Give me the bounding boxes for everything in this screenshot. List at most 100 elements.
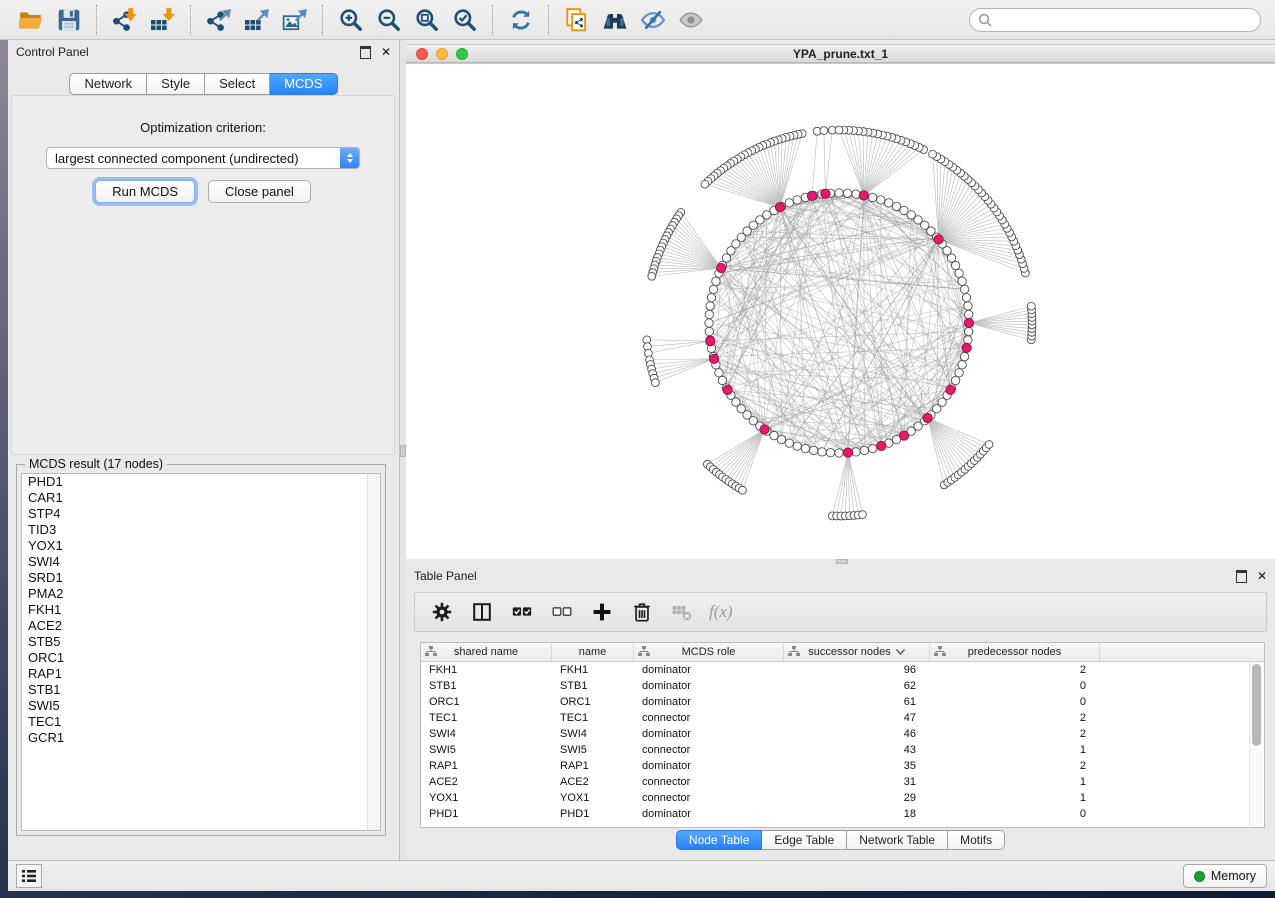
tab-mcds[interactable]: MCDS — [270, 73, 337, 95]
column-header-shared-name[interactable]: shared name — [421, 643, 552, 661]
import-table-button[interactable] — [146, 4, 180, 36]
sort-desc-icon — [896, 649, 905, 655]
tab-edge-table[interactable]: Edge Table — [762, 830, 847, 850]
mcds-result-item[interactable]: SWI5 — [22, 698, 380, 714]
settings-button[interactable] — [429, 599, 455, 625]
table-row[interactable]: SWI5SWI5connector431 — [421, 742, 1264, 758]
table-row[interactable]: STB1STB1dominator620 — [421, 678, 1264, 694]
column-header-MCDS-role[interactable]: MCDS role — [634, 643, 784, 661]
mcds-result-item[interactable]: SWI4 — [22, 554, 380, 570]
cell-mcds_role: dominator — [634, 726, 784, 742]
table-row[interactable]: SWI4SWI4dominator462 — [421, 726, 1264, 742]
zoom-selected-button[interactable] — [448, 4, 482, 36]
table-row[interactable]: FKH1FKH1dominator962 — [421, 662, 1264, 678]
close-table-panel-icon[interactable]: ✕ — [1257, 570, 1267, 582]
tab-network[interactable]: Network — [69, 73, 147, 95]
cell-name: FKH1 — [552, 662, 634, 678]
mcds-result-item[interactable]: TEC1 — [22, 714, 380, 730]
mcds-result-item[interactable]: TID3 — [22, 522, 380, 538]
task-history-button[interactable] — [16, 864, 42, 888]
refresh-button[interactable] — [504, 4, 538, 36]
control-panel-title: Control Panel — [16, 45, 360, 59]
columns-button[interactable] — [469, 599, 495, 625]
mcds-result-item[interactable]: CAR1 — [22, 490, 380, 506]
column-header-name[interactable]: name — [552, 643, 634, 661]
mcds-result-item[interactable]: STB5 — [22, 634, 380, 650]
clone-network-button[interactable] — [560, 4, 594, 36]
select-stepper-icon — [340, 147, 359, 169]
table-row[interactable]: ACE2ACE2connector311 — [421, 774, 1264, 790]
float-panel-icon[interactable] — [360, 46, 371, 59]
mcds-result-item[interactable]: SRD1 — [22, 570, 380, 586]
search-icon — [978, 13, 992, 27]
show-graphics-details-button[interactable] — [674, 4, 708, 36]
tab-node-table[interactable]: Node Table — [676, 830, 763, 850]
add-button[interactable] — [589, 599, 615, 625]
open-button[interactable] — [14, 4, 48, 36]
optimization-criterion-select[interactable]: largest connected component (undirected) — [46, 147, 360, 169]
table-row[interactable]: TEC1TEC1connector472 — [421, 710, 1264, 726]
table-scrollbar[interactable] — [1249, 662, 1263, 826]
table-row[interactable]: YOX1YOX1connector291 — [421, 790, 1264, 806]
delete-button[interactable] — [629, 599, 655, 625]
column-header-predecessor-nodes[interactable]: predecessor nodes — [930, 643, 1100, 661]
mcds-result-item[interactable]: STP4 — [22, 506, 380, 522]
cell-shared_name: STB1 — [421, 678, 552, 694]
search-objects-button[interactable] — [598, 4, 632, 36]
float-table-panel-icon[interactable] — [1236, 570, 1247, 583]
hide-graphics-details-button[interactable] — [636, 4, 670, 36]
run-mcds-button[interactable]: Run MCDS — [95, 180, 195, 203]
cell-shared_name: SWI5 — [421, 742, 552, 758]
node-table[interactable]: shared namenameMCDS rolesuccessor nodesp… — [420, 642, 1265, 828]
cell-shared_name: YOX1 — [421, 790, 552, 806]
deselect-all-button[interactable] — [549, 599, 575, 625]
search-box[interactable] — [969, 8, 1261, 32]
mcds-result-item[interactable]: ACE2 — [22, 618, 380, 634]
mcds-result-list[interactable]: PHD1CAR1STP4TID3YOX1SWI4SRD1PMA2FKH1ACE2… — [21, 473, 381, 831]
table-panel: Table Panel ✕ f(x) shared namenameMCDS r… — [406, 564, 1275, 860]
zoom-in-button[interactable] — [334, 4, 368, 36]
mcds-result-item[interactable]: FKH1 — [22, 602, 380, 618]
column-header-successor-nodes[interactable]: successor nodes — [784, 643, 930, 661]
cell-successor_nodes: 96 — [784, 662, 930, 678]
mcds-result-item[interactable]: PHD1 — [22, 474, 380, 490]
tab-network-table[interactable]: Network Table — [847, 830, 948, 850]
network-column-icon — [425, 646, 437, 657]
table-row[interactable]: ORC1ORC1dominator610 — [421, 694, 1264, 710]
save-button[interactable] — [52, 4, 86, 36]
mcds-result-item[interactable]: GCR1 — [22, 730, 380, 746]
cell-name: RAP1 — [552, 758, 634, 774]
mcds-result-item[interactable]: YOX1 — [22, 538, 380, 554]
tab-motifs[interactable]: Motifs — [948, 830, 1005, 850]
mcds-result-item[interactable]: ORC1 — [22, 650, 380, 666]
mcds-list-scrollbar[interactable] — [367, 474, 380, 830]
mcds-result-item[interactable]: STB1 — [22, 682, 380, 698]
close-panel-button[interactable]: Close panel — [208, 180, 311, 203]
tab-select[interactable]: Select — [205, 73, 270, 95]
export-image-button[interactable] — [278, 4, 312, 36]
table-row[interactable]: RAP1RAP1dominator352 — [421, 758, 1264, 774]
memory-button[interactable]: Memory — [1183, 864, 1267, 888]
export-network-button[interactable] — [202, 4, 236, 36]
cell-name: ORC1 — [552, 694, 634, 710]
mcds-result-item[interactable]: RAP1 — [22, 666, 380, 682]
zoom-out-button[interactable] — [372, 4, 406, 36]
import-network-button[interactable] — [108, 4, 142, 36]
cell-predecessor_nodes: 2 — [930, 662, 1100, 678]
save-icon — [56, 7, 82, 33]
export-table-button[interactable] — [240, 4, 274, 36]
table-scrollbar-thumb[interactable] — [1252, 664, 1261, 746]
mcds-result-item[interactable]: PMA2 — [22, 586, 380, 602]
zoom-selected-icon — [452, 7, 478, 33]
control-panel-tabs: NetworkStyleSelectMCDS — [8, 73, 399, 95]
network-window-titlebar[interactable]: YPA_prune.txt_1 — [406, 44, 1275, 63]
close-panel-icon[interactable]: ✕ — [381, 46, 391, 58]
cell-mcds_role: dominator — [634, 806, 784, 822]
cell-name: ACE2 — [552, 774, 634, 790]
table-row[interactable]: PHD1PHD1dominator180 — [421, 806, 1264, 822]
select-all-button[interactable] — [509, 599, 535, 625]
search-input[interactable] — [997, 12, 1252, 28]
zoom-fit-button[interactable] — [410, 4, 444, 36]
network-canvas[interactable] — [406, 63, 1275, 559]
tab-style[interactable]: Style — [147, 73, 205, 95]
